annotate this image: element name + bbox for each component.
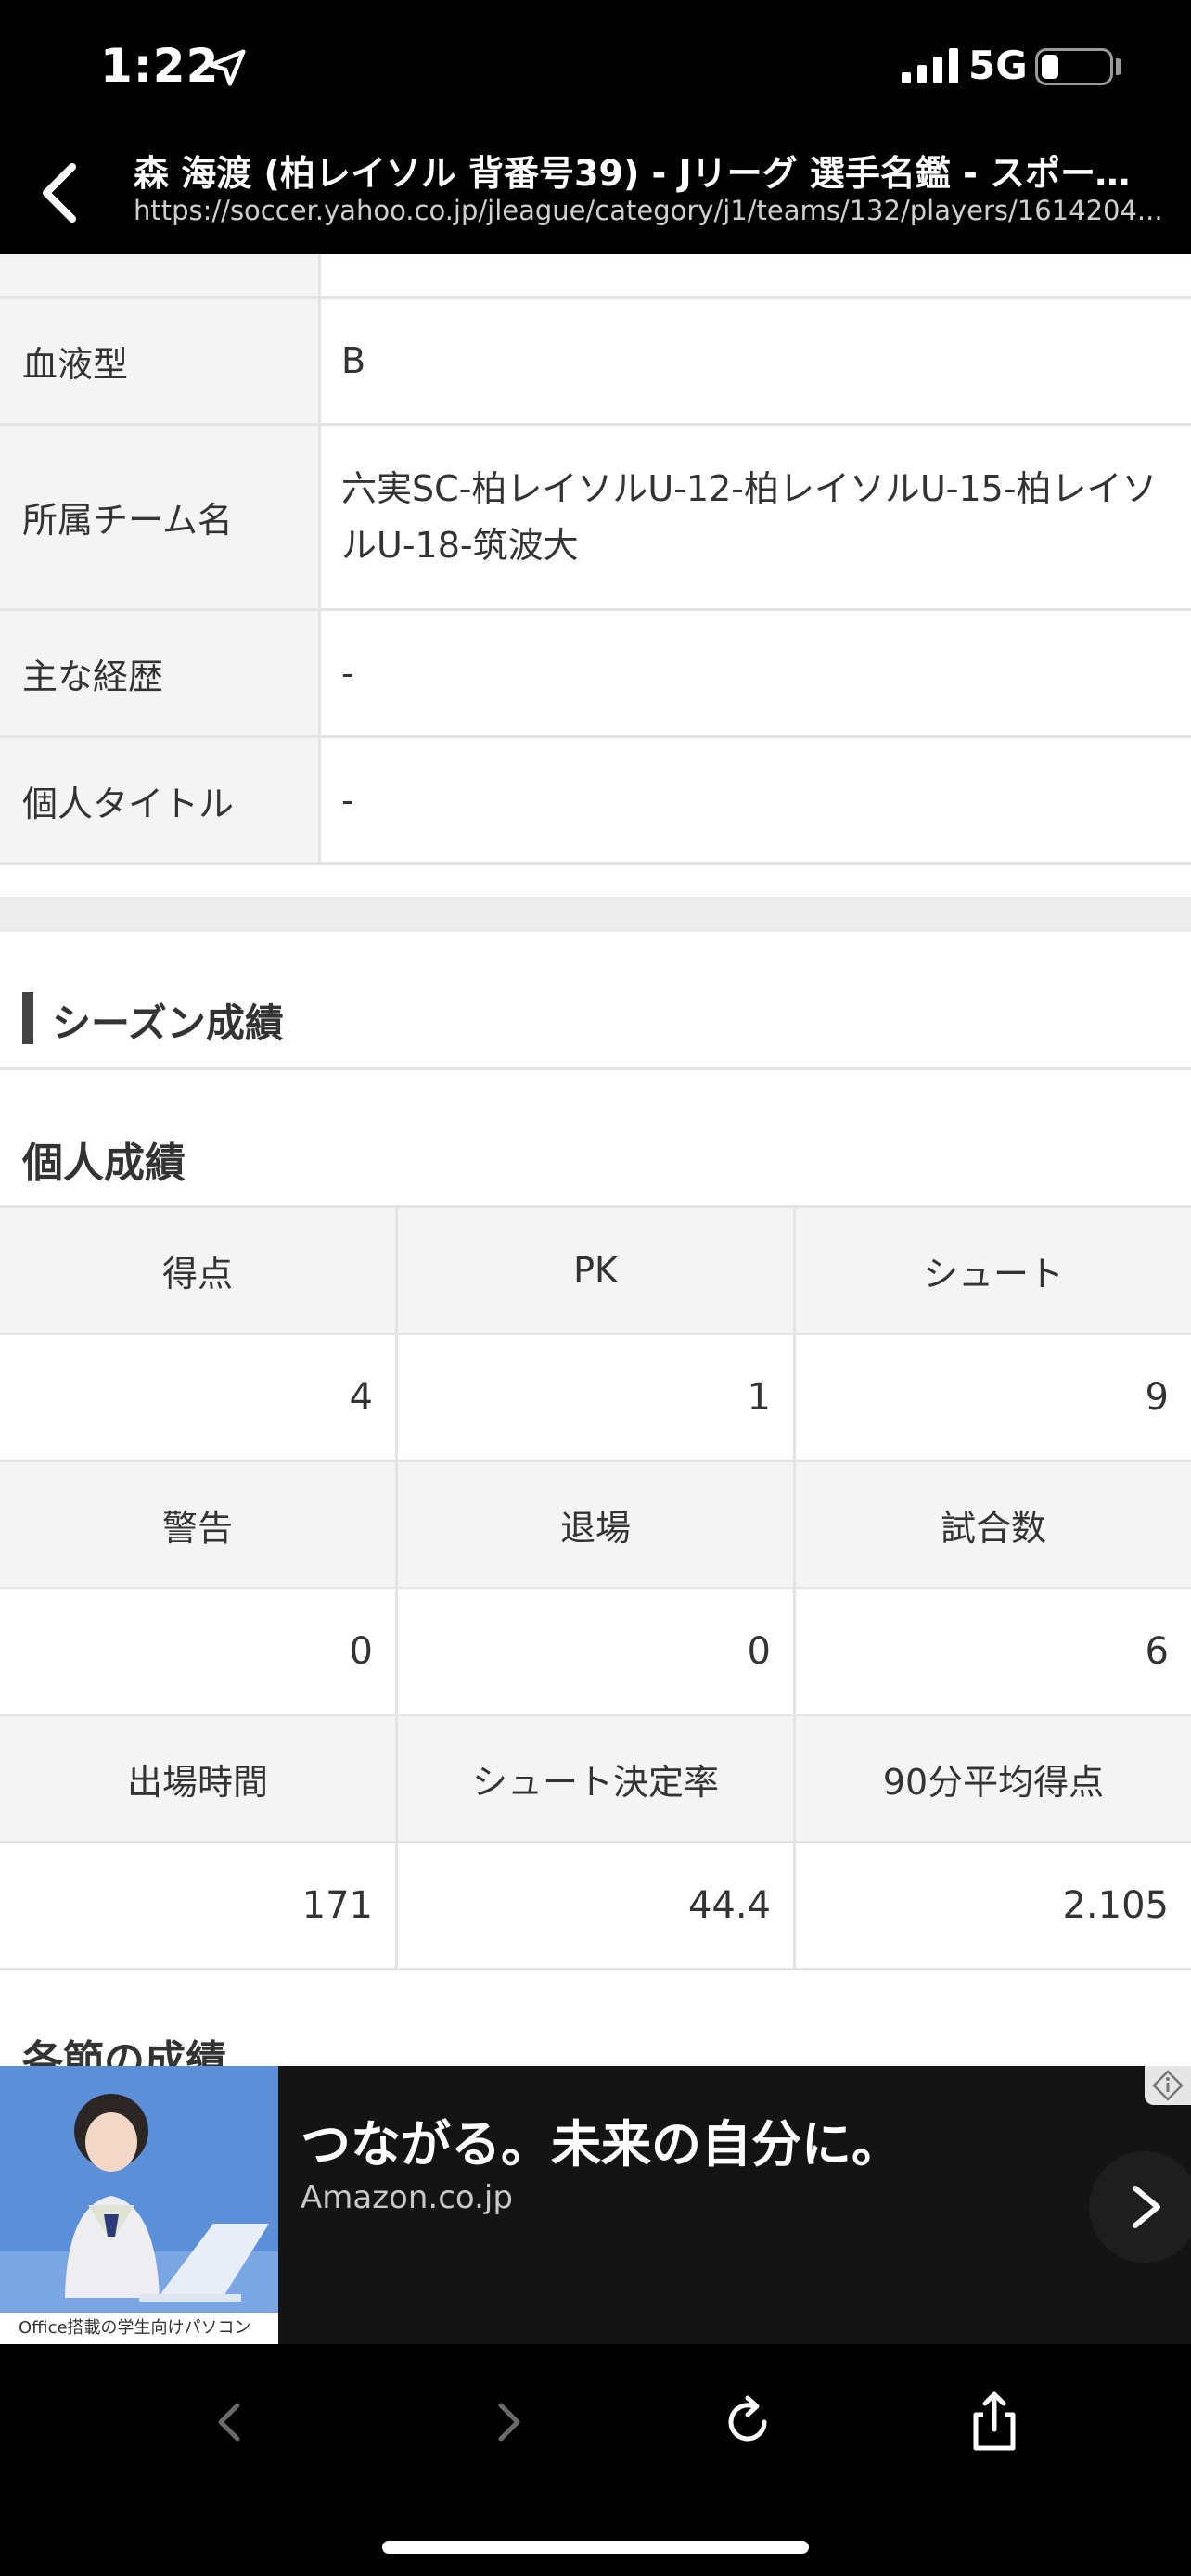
network-type: 5G [968, 43, 1028, 88]
stats-value-cell: 6 [1145, 1630, 1169, 1673]
back-chevron-icon[interactable] [35, 161, 87, 224]
profile-table: 血液型 B 所属チーム名 六実SC-柏レイソルU-12-柏レイソルU-15-柏レ… [0, 254, 1191, 865]
page-title: 森 海渡 (柏レイソル 背番号39) - Jリーグ 選手名鑑 - スポーツナビ [134, 153, 1154, 194]
stats-value-cell: 0 [0, 1589, 398, 1714]
info-icon [1152, 2070, 1184, 2101]
profile-label: 個人タイトル [0, 738, 321, 862]
stats-table: 得点 PK シュート 4 1 9 警告 退場 試合数 0 0 6 出場時間 シュ… [0, 1205, 1191, 1970]
cellular-signal-icon [902, 48, 958, 83]
stats-header-cell: シュート決定率 [398, 1716, 796, 1841]
stats-header-row: 得点 PK シュート [0, 1208, 1191, 1335]
reload-icon[interactable] [711, 2385, 785, 2459]
personal-stats-title: 個人成績 [22, 1140, 186, 1187]
ad-choices-icon[interactable] [1145, 2066, 1191, 2105]
battery-tip [1116, 58, 1121, 75]
stats-value-cell: 2.105 [1062, 1884, 1169, 1927]
stats-value-cell: 0 [398, 1589, 796, 1714]
stats-header-cell: 試合数 [940, 1507, 1046, 1549]
heading-accent-bar [22, 992, 33, 1044]
profile-row-partial [0, 254, 1191, 299]
student-laptop-illustration [0, 2066, 278, 2313]
stats-header-row: 出場時間 シュート決定率 90分平均得点 [0, 1716, 1191, 1843]
browser-header: 森 海渡 (柏レイソル 背番号39) - Jリーグ 選手名鑑 - スポーツナビ … [0, 132, 1191, 254]
stats-header-cell: シュート [922, 1253, 1064, 1294]
location-arrow-icon [209, 49, 246, 86]
profile-label: 主な経歴 [0, 611, 321, 735]
stats-header-cell: 退場 [398, 1462, 796, 1587]
profile-value: - [341, 652, 354, 694]
stats-header-cell: 出場時間 [0, 1716, 398, 1841]
ad-image[interactable]: Office搭載の学生向けパソコン [0, 2066, 278, 2344]
browser-toolbar [0, 2344, 1191, 2576]
profile-value: 六実SC-柏レイソルU-12-柏レイソルU-15-柏レイソルU-18-筑波大 [341, 467, 1158, 566]
profile-row: 個人タイトル - [0, 738, 1191, 865]
forward-icon[interactable] [471, 2385, 545, 2459]
ad-headline[interactable]: つながる。未来の自分に。 [301, 2103, 902, 2176]
stats-header-cell: 90分平均得点 [882, 1761, 1105, 1803]
stats-value-cell: 171 [0, 1843, 398, 1968]
stats-header-cell: 得点 [0, 1208, 398, 1333]
ad-image-caption: Office搭載の学生向けパソコン [0, 2313, 278, 2344]
profile-value: B [341, 339, 366, 381]
stats-value-cell: 4 [0, 1335, 398, 1460]
profile-label-cell [0, 254, 321, 296]
stats-value-cell: 9 [1145, 1376, 1169, 1419]
profile-row: 主な経歴 - [0, 611, 1191, 738]
home-indicator[interactable] [382, 2541, 809, 2554]
profile-row: 所属チーム名 六実SC-柏レイソルU-12-柏レイソルU-15-柏レイソルU-1… [0, 426, 1191, 611]
battery-icon [1035, 48, 1113, 85]
share-icon[interactable] [957, 2385, 1031, 2459]
ad-banner[interactable]: Office搭載の学生向けパソコン つながる。未来の自分に。 Amazon.co… [0, 2066, 1191, 2344]
stats-value-row: 171 44.4 2.105 [0, 1843, 1191, 1970]
stats-value-cell: 44.4 [398, 1843, 796, 1968]
stats-value-row: 4 1 9 [0, 1335, 1191, 1462]
profile-row: 血液型 B [0, 299, 1191, 426]
stats-header-cell: 警告 [0, 1462, 398, 1587]
section-heading: シーズン成績 [0, 964, 1191, 1070]
page-url[interactable]: https://soccer.yahoo.co.jp/jleague/categ… [134, 195, 1163, 226]
profile-value: - [341, 779, 354, 821]
stats-value-cell: 1 [398, 1335, 796, 1460]
status-bar: 1:22 5G [0, 0, 1191, 132]
stats-value-row: 0 0 6 [0, 1589, 1191, 1716]
profile-value-cell [321, 254, 1191, 296]
status-time: 1:22 [100, 39, 220, 93]
profile-label: 所属チーム名 [0, 426, 321, 608]
ad-source[interactable]: Amazon.co.jp [301, 2179, 513, 2216]
chevron-right-icon [1133, 2186, 1160, 2228]
ad-next-button[interactable] [1089, 2151, 1191, 2263]
back-icon[interactable] [193, 2385, 267, 2459]
section-divider [0, 897, 1191, 932]
stats-header-cell: PK [398, 1208, 796, 1333]
stats-header-row: 警告 退場 試合数 [0, 1462, 1191, 1589]
season-title: シーズン成績 [52, 1001, 284, 1046]
profile-label: 血液型 [0, 299, 321, 423]
